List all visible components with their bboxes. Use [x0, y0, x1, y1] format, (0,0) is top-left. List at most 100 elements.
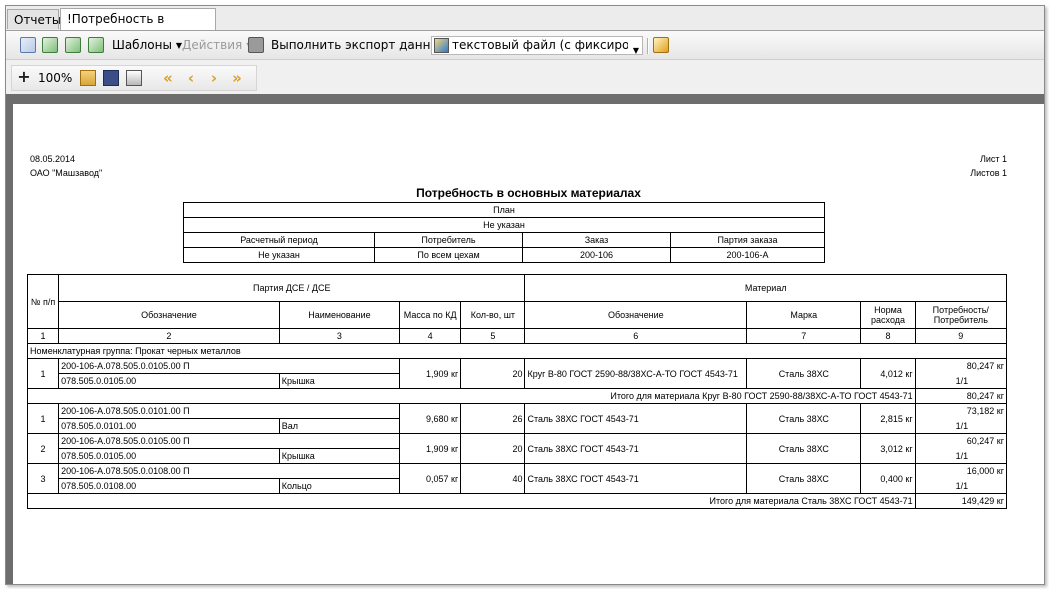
- row-norm: 0,400 кг: [860, 463, 916, 494]
- row-norm: 4,012 кг: [860, 358, 916, 389]
- row-grade: Сталь 38ХС: [746, 463, 862, 494]
- col-num: 7: [746, 328, 862, 344]
- row-mass: 1,909 кг: [399, 358, 462, 389]
- tab-reports[interactable]: Отчеты: [7, 9, 61, 29]
- row-dce: 078.505.0.0101.00: [58, 418, 280, 434]
- header-party: Партия ДСЕ / ДСЕ: [58, 274, 526, 302]
- report-date: 08.05.2014: [30, 154, 76, 164]
- header-need: Потребность/ Потребитель: [914, 301, 1008, 329]
- last-page-icon[interactable]: »: [229, 70, 245, 86]
- row-num: 1: [26, 403, 60, 434]
- row-name: Кольцо: [278, 478, 401, 494]
- plan-value-order: 200-106: [522, 247, 671, 263]
- report-window: Отчеты !Потребность в материалах Шаблоны…: [5, 5, 1045, 585]
- row-need: 16,000 кг: [914, 463, 1008, 479]
- total-label: Итого для материала Круг В-80 ГОСТ 2590-…: [27, 388, 916, 404]
- col-num: 6: [524, 328, 748, 344]
- document-icon: [248, 37, 264, 53]
- col-num: 4: [399, 328, 462, 344]
- row-qty: 20: [460, 358, 526, 389]
- text-file-icon: [434, 38, 449, 53]
- row-name: Крышка: [278, 373, 401, 389]
- preview-top-border: [6, 94, 1044, 104]
- row-need: 80,247 кг: [914, 358, 1008, 374]
- row-need: 73,182 кг: [914, 403, 1008, 419]
- row-qty: 40: [460, 463, 526, 494]
- export-run-icon[interactable]: [653, 37, 669, 53]
- total-value: 80,247 кг: [914, 388, 1008, 404]
- print-preview-icon[interactable]: [20, 37, 36, 53]
- plan-value-consumer: По всем цехам: [374, 247, 523, 263]
- export-format-value: текстовый файл (с фиксированным: [452, 38, 628, 52]
- row-material: Сталь 38ХС ГОСТ 4543-71: [524, 403, 748, 434]
- save-icon[interactable]: [103, 70, 119, 86]
- row-material: Сталь 38ХС ГОСТ 4543-71: [524, 433, 748, 464]
- row-num: 1: [26, 358, 60, 389]
- print-icon[interactable]: [126, 70, 142, 86]
- header-designation: Обозначение: [58, 301, 280, 329]
- row-mass: 9,680 кг: [399, 403, 462, 434]
- row-party: 200-106-А.078.505.0.0105.00 П: [58, 358, 401, 374]
- first-page-icon[interactable]: «: [160, 70, 176, 86]
- actions-label: Действия: [182, 38, 243, 52]
- nomenclature-group: Номенклатурная группа: Прокат черных мет…: [27, 343, 1007, 359]
- header-name: Наименование: [278, 301, 401, 329]
- row-consumer: 1/1: [914, 448, 1008, 464]
- col-num: 9: [914, 328, 1008, 344]
- plan-value-period: Не указан: [183, 247, 375, 263]
- toolbar-separator: [647, 38, 649, 54]
- templates-label: Шаблоны: [112, 38, 172, 52]
- plan-value: Не указан: [183, 217, 825, 233]
- row-dce: 078.505.0.0108.00: [58, 478, 280, 494]
- export-format-select[interactable]: текстовый файл (с фиксированным ▼: [431, 36, 643, 55]
- report-page: 08.05.2014 ОАО "Машзавод" Лист 1 Листов …: [13, 104, 1044, 584]
- preview-left-border: [6, 104, 13, 584]
- row-grade: Сталь 38ХС: [746, 403, 862, 434]
- row-qty: 26: [460, 403, 526, 434]
- main-toolbar: Шаблоны▼ Действия▼ Выполнить экспорт дан…: [6, 31, 1044, 60]
- header-grade: Марка: [746, 301, 862, 329]
- materials-table: № п/п Партия ДСЕ / ДСЕ Материал Обозначе…: [26, 274, 1008, 509]
- row-material: Сталь 38ХС ГОСТ 4543-71: [524, 463, 748, 494]
- prev-page-icon[interactable]: ‹: [183, 70, 199, 86]
- col-num: 8: [860, 328, 916, 344]
- plan-header-consumer: Потребитель: [374, 232, 523, 248]
- row-grade: Сталь 38ХС: [746, 358, 862, 389]
- open-folder-icon[interactable]: [80, 70, 96, 86]
- row-num: 3: [26, 463, 60, 494]
- row-name: Крышка: [278, 448, 401, 464]
- zoom-level[interactable]: 100%: [38, 69, 72, 87]
- plan-header-batch: Партия заказа: [670, 232, 825, 248]
- chevron-down-icon: ▼: [632, 46, 639, 55]
- excel-export-icon[interactable]: [42, 37, 58, 53]
- next-page-icon[interactable]: ›: [206, 70, 222, 86]
- report-title: Потребность в основных материалах: [416, 186, 641, 200]
- row-party: 200-106-А.078.505.0.0108.00 П: [58, 463, 401, 479]
- row-dce: 078.505.0.0105.00: [58, 448, 280, 464]
- header-mass: Масса по КД: [399, 301, 462, 329]
- header-num: № п/п: [26, 274, 60, 329]
- plan-table: План Не указан Расчетный период Потребит…: [183, 202, 825, 263]
- col-num: 5: [460, 328, 526, 344]
- excel-report-icon[interactable]: [65, 37, 81, 53]
- header-qty: Кол-во, шт: [460, 301, 526, 329]
- row-need: 60,247 кг: [914, 433, 1008, 449]
- header-mat-designation: Обозначение: [524, 301, 748, 329]
- actions-menu[interactable]: Действия▼: [182, 35, 252, 55]
- excel-settings-icon[interactable]: [88, 37, 104, 53]
- tab-material-needs[interactable]: !Потребность в материалах: [60, 8, 216, 46]
- row-consumer: 1/1: [914, 418, 1008, 434]
- row-material: Круг В-80 ГОСТ 2590-88/38ХС-А-ТО ГОСТ 45…: [524, 358, 748, 389]
- total-label: Итого для материала Сталь 38ХС ГОСТ 4543…: [27, 493, 916, 509]
- row-qty: 20: [460, 433, 526, 464]
- plan-label: План: [183, 202, 825, 218]
- report-org: ОАО "Машзавод": [30, 168, 103, 178]
- plan-header-order: Заказ: [522, 232, 671, 248]
- header-norm: Норма расхода: [860, 301, 916, 329]
- row-consumer: 1/1: [914, 373, 1008, 389]
- templates-menu[interactable]: Шаблоны ▼: [112, 35, 182, 55]
- header-material: Материал: [524, 274, 1007, 302]
- col-num: 3: [278, 328, 401, 344]
- zoom-icon[interactable]: +: [16, 69, 32, 86]
- report-sheet: Лист 1: [979, 154, 1007, 164]
